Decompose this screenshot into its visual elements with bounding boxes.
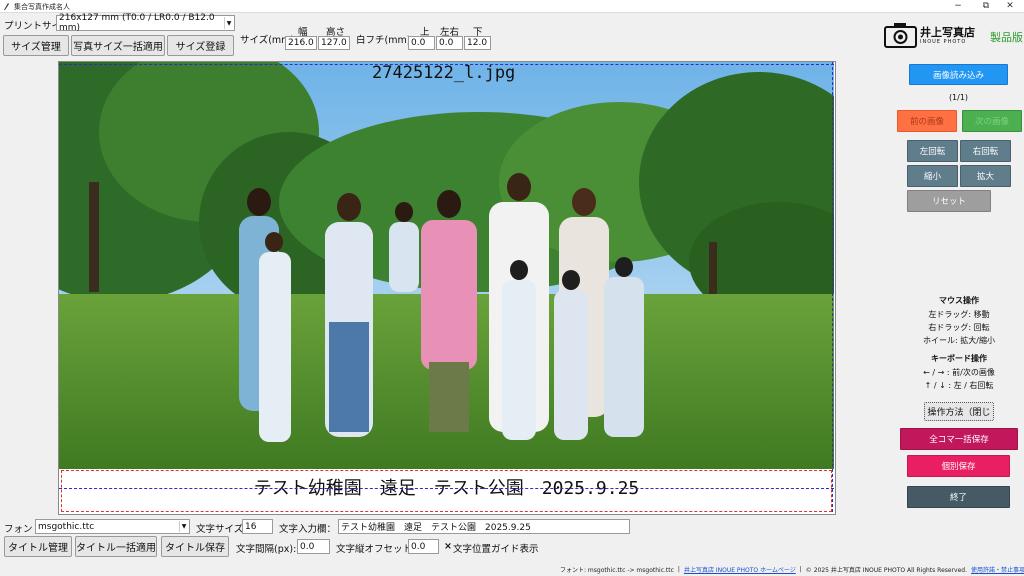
keyboard-help-line: ← / → : 前/次の画像 xyxy=(923,368,995,377)
copyright-text: © 2025 井上写真店 INOUE PHOTO All Rights Rese… xyxy=(805,566,968,574)
chevron-down-icon: ▼ xyxy=(224,17,233,29)
guide-checkbox-label[interactable]: 文字位置ガイド表示 xyxy=(453,541,539,555)
prev-image-button[interactable]: 前の画像 xyxy=(897,110,957,132)
chevron-down-icon: ▼ xyxy=(179,521,188,532)
logo-subtext: INOUE PHOTO xyxy=(920,39,967,45)
mouse-help-line: 右ドラッグ: 回転 xyxy=(928,323,990,332)
logo-text: 井上写真店 xyxy=(920,26,975,39)
status-bar: フォント: msgothic.ttc -> msgothic.ttc | 井上写… xyxy=(560,565,1024,574)
zoom-in-button[interactable]: 拡大 xyxy=(960,165,1011,187)
rotate-right-button[interactable]: 右回転 xyxy=(960,140,1011,162)
next-image-button[interactable]: 次の画像 xyxy=(962,110,1022,132)
font-info-text: フォント: msgothic.ttc -> msgothic.ttc xyxy=(560,566,674,574)
width-input[interactable]: 216.0 xyxy=(285,36,317,50)
terms-link[interactable]: 使用許諾・禁止事項 xyxy=(971,565,1024,574)
keyboard-help-line: ↑ / ↓ : 左 / 右回転 xyxy=(924,381,994,390)
spacing-label: 文字間隔(px): xyxy=(236,544,297,555)
home-link[interactable]: 井上写真店 INOUE PHOTO ホームページ xyxy=(684,565,796,574)
title-apply-all-button[interactable]: タイトル一括適用 xyxy=(75,536,157,557)
close-button[interactable]: ✕ xyxy=(996,0,1024,13)
save-single-button[interactable]: 個別保存 xyxy=(907,455,1010,477)
height-input[interactable]: 127.0 xyxy=(318,36,350,50)
zoom-out-button[interactable]: 縮小 xyxy=(907,165,958,187)
filename-overlay: 27425122_l.jpg xyxy=(372,63,516,83)
reset-button[interactable]: リセット xyxy=(907,190,991,212)
apply-all-size-button[interactable]: 写真サイズ一括適用 xyxy=(71,35,165,56)
guide-checkbox[interactable]: × xyxy=(444,541,452,552)
window-title: 集合写真作成名人 xyxy=(14,3,70,11)
print-size-value: 216x127 mm (T0.0 / LR0.0 / B12.0 mm) xyxy=(59,13,215,33)
offset-label: 文字縦オフセット: xyxy=(336,544,416,555)
text-size-label: 文字サイズ: xyxy=(196,524,247,535)
group-photo xyxy=(59,62,834,469)
app-icon xyxy=(4,3,9,10)
help-toggle-button[interactable]: 操作方法（閉じ xyxy=(924,402,994,421)
margin-top-input[interactable]: 0.0 xyxy=(408,36,435,50)
margin-label: 白フチ(mm): xyxy=(356,35,414,46)
photo-image[interactable] xyxy=(59,62,834,469)
window-titlebar: 集合写真作成名人 − ⧉ ✕ xyxy=(0,0,1024,13)
size-manage-button[interactable]: サイズ管理 xyxy=(3,35,69,56)
font-select[interactable]: msgothic.ttc ▼ xyxy=(35,519,190,534)
text-input-label: 文字入力欄： xyxy=(279,524,337,535)
spacing-input[interactable]: 0.0 xyxy=(297,539,330,554)
title-manage-button[interactable]: タイトル管理 xyxy=(4,536,72,557)
text-size-input[interactable]: 16 xyxy=(242,519,273,534)
save-all-button[interactable]: 全コマ一括保存 xyxy=(900,428,1018,450)
rotate-left-button[interactable]: 左回転 xyxy=(907,140,958,162)
size-register-button[interactable]: サイズ登録 xyxy=(167,35,234,56)
print-size-select[interactable]: 216x127 mm (T0.0 / LR0.0 / B12.0 mm) ▼ xyxy=(56,13,235,33)
mouse-help-title: マウス操作 xyxy=(939,296,979,305)
minimize-button[interactable]: − xyxy=(944,0,972,13)
text-area-guide xyxy=(61,470,832,512)
mouse-help-line: 左ドラッグ: 移動 xyxy=(928,310,990,319)
image-counter: (1/1) xyxy=(948,93,969,102)
offset-input[interactable]: 0.0 xyxy=(408,539,439,554)
font-select-value: msgothic.ttc xyxy=(38,521,95,532)
keyboard-help-title: キーボード操作 xyxy=(931,354,987,363)
camera-icon xyxy=(884,23,917,48)
edition-label: 製品版 xyxy=(990,31,1023,44)
margin-bottom-input[interactable]: 12.0 xyxy=(464,36,491,50)
brand-logo: 井上写真店 INOUE PHOTO xyxy=(884,22,980,48)
guide-right-line xyxy=(832,62,833,512)
title-save-button[interactable]: タイトル保存 xyxy=(161,536,229,557)
margin-lr-input[interactable]: 0.0 xyxy=(436,36,463,50)
exit-button[interactable]: 終了 xyxy=(907,486,1010,508)
mouse-help-line: ホイール: 拡大/縮小 xyxy=(923,336,995,345)
load-image-button[interactable]: 画像読み込み xyxy=(909,64,1008,85)
guide-top-line xyxy=(59,64,834,65)
caption-text-input[interactable]: テスト幼稚園 遠足 テスト公園 2025.9.25 xyxy=(338,519,630,534)
